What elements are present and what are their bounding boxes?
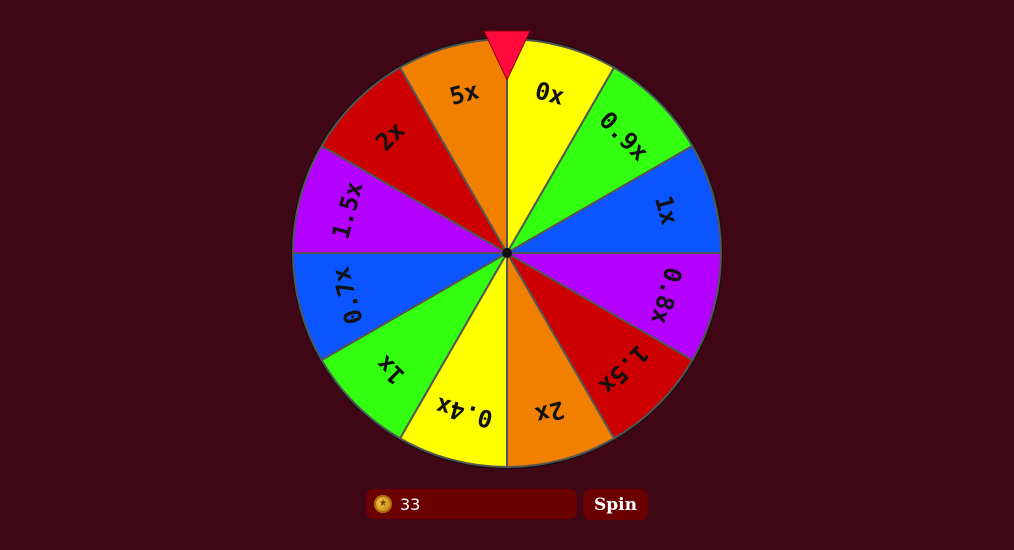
wheel-hub (502, 248, 512, 258)
bet-amount-input[interactable] (400, 491, 560, 517)
spin-button[interactable]: Spin (583, 489, 648, 520)
prize-wheel[interactable]: 0x0.9x1x0.8x1.5x2x0.4x1x0.7x1.5x2x5x (0, 0, 1014, 480)
coin-icon: ★ (374, 495, 392, 513)
game-stage: 0x0.9x1x0.8x1.5x2x0.4x1x0.7x1.5x2x5x ★ S… (0, 0, 1014, 550)
bet-bar: ★ (366, 489, 577, 519)
